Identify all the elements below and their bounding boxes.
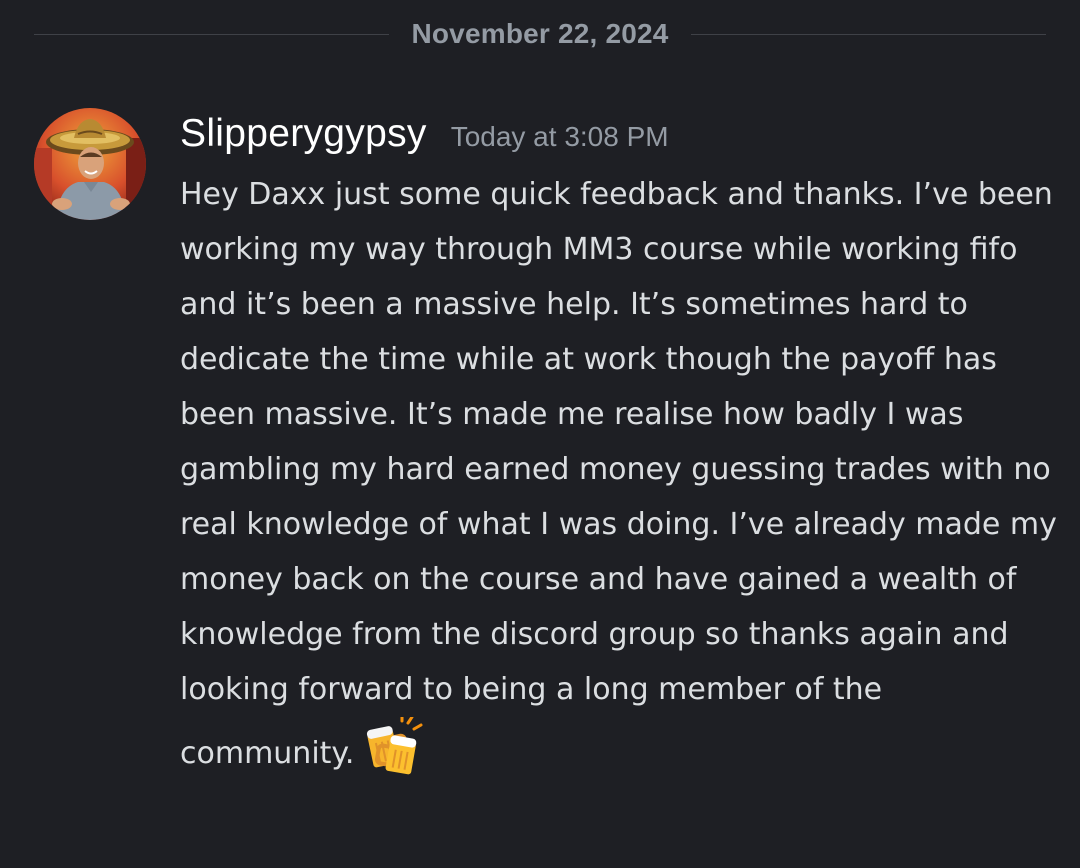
date-divider: November 22, 2024 <box>34 12 1047 56</box>
message-text: Hey Daxx just some quick feedback and th… <box>180 177 1057 771</box>
chat-view: November 22, 2024 Slipperygypsy Today at… <box>0 0 1080 868</box>
avatar-image <box>34 108 146 220</box>
message-content: Hey Daxx just some quick feedback and th… <box>180 167 1060 795</box>
divider-line-left <box>34 33 390 35</box>
timestamp[interactable]: Today at 3:08 PM <box>451 121 669 153</box>
clinking-beer-mugs-icon <box>364 715 424 795</box>
avatar[interactable] <box>34 108 146 220</box>
username[interactable]: Slipperygypsy <box>180 112 427 156</box>
divider-line-right <box>690 33 1047 35</box>
divider-date: November 22, 2024 <box>411 18 669 49</box>
